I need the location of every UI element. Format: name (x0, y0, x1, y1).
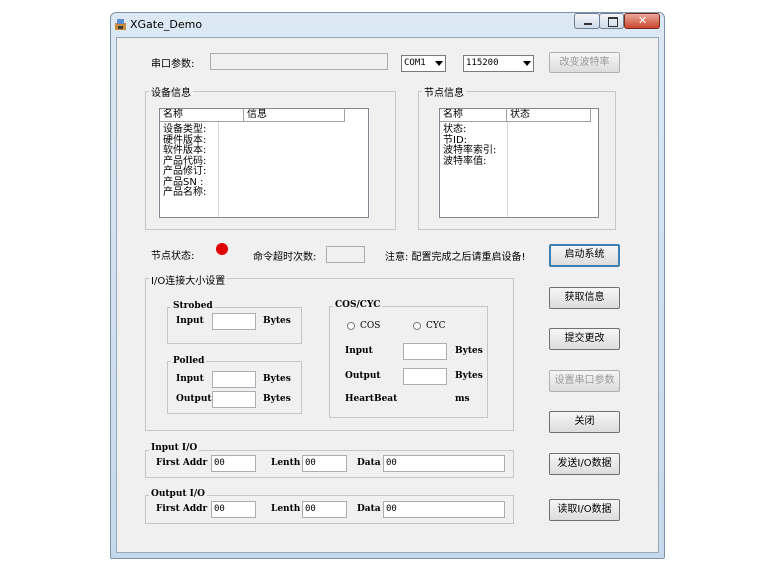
set-serial-param-button[interactable]: 设置串口参数 (549, 370, 620, 392)
node-col-name[interactable]: 名称 (440, 109, 507, 122)
cos-input-field[interactable] (403, 343, 447, 360)
node-info-list[interactable]: 名称 状态 状态: 节ID: 波特率索引: 波特率值: (439, 108, 599, 218)
cos-radio[interactable] (347, 322, 355, 330)
output-io-group-label: Output I/O (149, 489, 208, 499)
timeout-label: 命令超时次数: (253, 252, 317, 263)
input-io-group-label: Input I/O (149, 443, 200, 453)
input-length-label: Lenth (271, 458, 301, 468)
polled-input-unit: Bytes (263, 374, 291, 384)
input-length-field[interactable]: 00 (302, 455, 347, 472)
device-col-name[interactable]: 名称 (160, 109, 244, 122)
polled-output-field[interactable] (212, 391, 256, 408)
serial-param-field[interactable] (210, 53, 388, 70)
device-info-group-label: 设备信息 (149, 84, 193, 99)
minimize-icon (584, 23, 592, 25)
maximize-icon (608, 17, 618, 27)
output-first-addr-field[interactable]: 00 (211, 501, 256, 518)
read-io-button[interactable]: 读取I/O数据 (549, 499, 620, 521)
app-icon (114, 18, 127, 31)
polled-group-label: Polled (171, 356, 207, 366)
window-title: XGate_Demo (130, 18, 203, 31)
cos-radio-label: COS (360, 321, 381, 331)
device-col-info[interactable]: 信息 (244, 109, 345, 122)
close-window-button[interactable]: ✕ (624, 13, 660, 29)
start-system-button[interactable]: 启动系统 (549, 244, 620, 267)
cos-input-label: Input (345, 346, 373, 356)
input-data-label: Data (357, 458, 381, 468)
io-size-group-label: I/O连接大小设置 (149, 272, 228, 287)
list-item: 波特率值: (443, 155, 487, 167)
serial-param-label: 串口参数: (151, 59, 195, 70)
list-item: 产品名称: (163, 187, 207, 198)
cos-output-label: Output (345, 371, 381, 381)
strobed-input-label: Input (176, 316, 204, 326)
heartbeat-unit: ms (455, 394, 470, 404)
cos-input-unit: Bytes (455, 346, 483, 356)
minimize-button[interactable] (574, 13, 600, 29)
maximize-button[interactable] (599, 13, 624, 29)
polled-input-field[interactable] (212, 371, 256, 388)
list-item: 波特率索引: (443, 145, 497, 156)
cyc-radio[interactable] (413, 322, 421, 330)
column-divider (507, 122, 508, 217)
port-select[interactable]: COM1 (401, 55, 446, 72)
input-data-field[interactable]: 00 (383, 455, 505, 472)
baud-select-value: 115200 (466, 58, 499, 68)
cos-output-field[interactable] (403, 368, 447, 385)
change-baud-button[interactable]: 改变波特率 (549, 52, 620, 73)
output-length-field[interactable]: 00 (302, 501, 347, 518)
port-select-value: COM1 (404, 58, 426, 68)
input-first-addr-field[interactable]: 00 (211, 455, 256, 472)
polled-output-label: Output (176, 394, 212, 404)
device-info-list[interactable]: 名称 信息 设备类型: 硬件版本: 软件版本: 产品代码: 产品修订: 产品SN… (159, 108, 369, 218)
baud-select[interactable]: 115200 (463, 55, 534, 72)
list-item: 产品修订: (163, 166, 207, 177)
output-length-label: Lenth (271, 504, 301, 514)
output-data-field[interactable]: 00 (383, 501, 505, 518)
strobed-input-field[interactable] (212, 313, 256, 330)
list-item: 设备类型: (163, 124, 207, 135)
get-info-button[interactable]: 获取信息 (549, 287, 620, 309)
output-first-addr-label: First Addr (156, 504, 208, 514)
restart-notice: 注意: 配置完成之后请重启设备! (385, 252, 526, 263)
node-col-status[interactable]: 状态 (507, 109, 591, 122)
timeout-count-field[interactable] (326, 246, 365, 263)
strobed-unit: Bytes (263, 316, 291, 326)
polled-output-unit: Bytes (263, 394, 291, 404)
cos-cyc-group-label: COS/CYC (333, 300, 383, 310)
column-divider (218, 122, 219, 217)
node-info-group-label: 节点信息 (422, 84, 466, 99)
chevron-down-icon (435, 61, 443, 66)
polled-input-label: Input (176, 374, 204, 384)
list-item: 软件版本: (163, 145, 207, 156)
cos-output-unit: Bytes (455, 371, 483, 381)
send-io-button[interactable]: 发送I/O数据 (549, 453, 620, 475)
input-first-addr-label: First Addr (156, 458, 208, 468)
chevron-down-icon (523, 61, 531, 66)
submit-changes-button[interactable]: 提交更改 (549, 328, 620, 350)
close-button[interactable]: 关闭 (549, 411, 620, 433)
list-item: 状态: (443, 124, 467, 135)
output-data-label: Data (357, 504, 381, 514)
cyc-radio-label: CYC (426, 321, 446, 331)
node-status-label: 节点状态: (151, 251, 195, 262)
strobed-group-label: Strobed (171, 301, 215, 311)
close-icon: ✕ (638, 14, 648, 27)
node-status-indicator (216, 243, 228, 255)
heartbeat-label: HeartBeat (345, 394, 398, 404)
